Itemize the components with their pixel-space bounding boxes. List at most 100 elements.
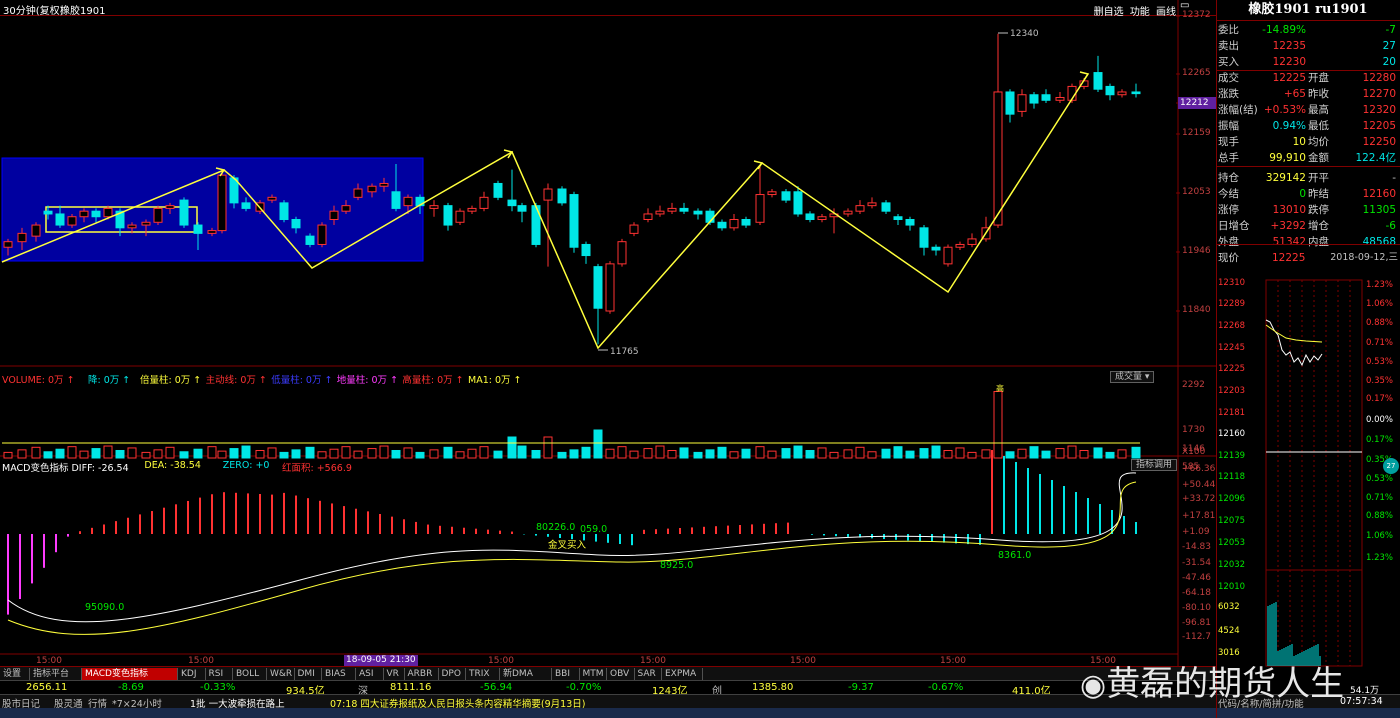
mini-timeshare-chart[interactable]: 12310 12289 12268 12245 12225 12203 12181 12160…: [1216, 270, 1400, 670]
volume-bar: [79, 450, 89, 459]
quote-title: 橡胶1901 ru1901: [1248, 2, 1368, 17]
indicator-tab[interactable]: W&R: [267, 668, 295, 680]
volume-bar: [415, 451, 425, 459]
function-button[interactable]: 功能: [1130, 7, 1150, 18]
candle-body: [967, 238, 977, 245]
volume-bar: [919, 448, 929, 459]
volume-title-item: 倍量柱: 0万 ↑: [140, 375, 202, 386]
volume-bar: [179, 451, 189, 459]
quote-value-2: -: [1392, 172, 1396, 184]
quote-value: 0.94%: [1272, 120, 1306, 132]
volume-bar: [829, 451, 839, 459]
volume-dropdown-label: 成交量: [1115, 372, 1143, 382]
volume-bar: [517, 445, 527, 459]
quote-label-2: 开平: [1308, 172, 1329, 184]
indicator-tab[interactable]: 设置: [0, 668, 30, 680]
indicator-tab[interactable]: OBV: [607, 668, 635, 680]
candle-body: [805, 213, 815, 221]
quote-value: +0.53%: [1263, 104, 1306, 116]
indicator-tab[interactable]: TRIX: [466, 668, 500, 680]
volume-bar: [279, 451, 289, 459]
mini-left-label: 12245: [1218, 343, 1245, 353]
index-status-item: 8111.16: [390, 682, 432, 693]
volume-title-item: MA1: 0万 ↑: [468, 375, 522, 386]
quote-row: 成交 12225 开盘 12280: [1218, 70, 1398, 86]
mini-left-label: 12225: [1218, 364, 1245, 374]
mini-right-label: 1.06%: [1366, 531, 1393, 541]
volume-bar: [17, 449, 27, 459]
candle-body: [153, 207, 163, 223]
candle-body: [291, 219, 301, 229]
price-axis-label: 12159: [1182, 128, 1211, 138]
quote-row: 涨停 13010 跌停 11305: [1218, 202, 1398, 218]
indicator-tab[interactable]: BOLL: [233, 668, 267, 680]
chart-header: 30分钟(复权) 橡胶1901 删自选 功能 画线 ▭: [0, 0, 1216, 18]
volume-bar: [229, 448, 239, 459]
candle-body: [693, 210, 703, 215]
indicator-tab[interactable]: BBI: [552, 668, 580, 680]
volume-bar: [581, 446, 591, 459]
draw-line-button[interactable]: 画线: [1156, 7, 1176, 18]
indicator-tab[interactable]: ASI: [356, 668, 384, 680]
indicator-tab[interactable]: BIAS: [322, 668, 356, 680]
volume-dropdown[interactable]: 成交量 ▾: [1110, 371, 1155, 383]
indicator-call-label: 指标调用: [1136, 460, 1173, 470]
quote-label-2: 昨结: [1308, 188, 1329, 200]
volume-bar: [781, 448, 791, 459]
quote-row: 日增仓 +3292 增仓 -6: [1218, 218, 1398, 234]
index-status-item: -0.67%: [928, 682, 964, 693]
quote-value-2: 11305: [1362, 204, 1396, 216]
candle-body: [165, 205, 175, 209]
volume-title-item: 低量柱: 0万 ↑: [271, 375, 333, 386]
volume-bar: [291, 449, 301, 459]
quote-row: 持仓 329142 开平 -: [1218, 170, 1398, 186]
candle-body: [391, 191, 401, 209]
indicator-tab[interactable]: KDJ: [178, 668, 206, 680]
indicator-tab[interactable]: MTM: [580, 668, 607, 680]
indicator-tab[interactable]: ARBR: [405, 668, 439, 680]
period-label[interactable]: 30分钟(复权): [3, 2, 64, 17]
volume-bar: [391, 449, 401, 459]
candle-body: [931, 246, 941, 251]
volume-bar: [693, 451, 703, 459]
float-badge[interactable]: 27: [1383, 458, 1399, 474]
volume-bar: [403, 447, 413, 459]
indicator-call-button[interactable]: 指标调用: [1131, 459, 1178, 471]
indicator-tab[interactable]: RSI: [206, 668, 233, 680]
mini-left-label: 12203: [1218, 386, 1245, 396]
macd-label: 059.0: [580, 524, 607, 535]
candle-body: [317, 224, 327, 245]
quote-row: 卖出 12235 27: [1218, 38, 1398, 54]
mini-right-label: 1.23%: [1366, 553, 1393, 563]
indicator-tab[interactable]: DMI: [295, 668, 322, 680]
indicator-tab[interactable]: MACD变色指标: [82, 668, 178, 680]
time-axis-cursor: 18-09-05 21:30: [344, 655, 418, 666]
indicator-tab[interactable]: VR: [384, 668, 405, 680]
macd-axis-label: +1.09: [1182, 527, 1210, 537]
quote-value: 13010: [1272, 204, 1306, 216]
mini-right-label: 0.17%: [1366, 394, 1393, 404]
candle-body: [403, 196, 413, 207]
indicator-tab[interactable]: 新DMA: [500, 668, 552, 680]
macd-title-item: MACD变色指标 DIFF: -26.54: [2, 463, 129, 474]
indicator-tab[interactable]: EXPMA: [662, 668, 703, 680]
quote-label: 振幅: [1218, 120, 1239, 132]
candle-body: [629, 224, 639, 234]
volume-bar: [455, 451, 465, 459]
quote-value-2: 12205: [1362, 120, 1396, 132]
arrow-head: [753, 160, 764, 170]
indicator-tab[interactable]: DPO: [439, 668, 466, 680]
volume-bar: [557, 451, 567, 459]
indicator-tab[interactable]: 指标平台: [30, 668, 82, 680]
mini-right-label: 0.35%: [1366, 376, 1393, 386]
add-watchlist-button[interactable]: 删自选: [1094, 7, 1124, 18]
volume-bar: [1055, 448, 1065, 459]
indicator-tab[interactable]: SAR: [635, 668, 662, 680]
candle-body: [1055, 97, 1065, 101]
macd-axis-label: -112.7: [1182, 632, 1212, 642]
candle-body: [617, 241, 627, 265]
candle-body: [241, 202, 251, 209]
volume-bar: [855, 446, 865, 459]
main-chart-canvas[interactable]: 12340 11765 高 95090.0 80226.0 059.0 金叉买入 8925.0…: [0, 0, 1216, 666]
mini-right-label: 0.53%: [1366, 357, 1393, 367]
